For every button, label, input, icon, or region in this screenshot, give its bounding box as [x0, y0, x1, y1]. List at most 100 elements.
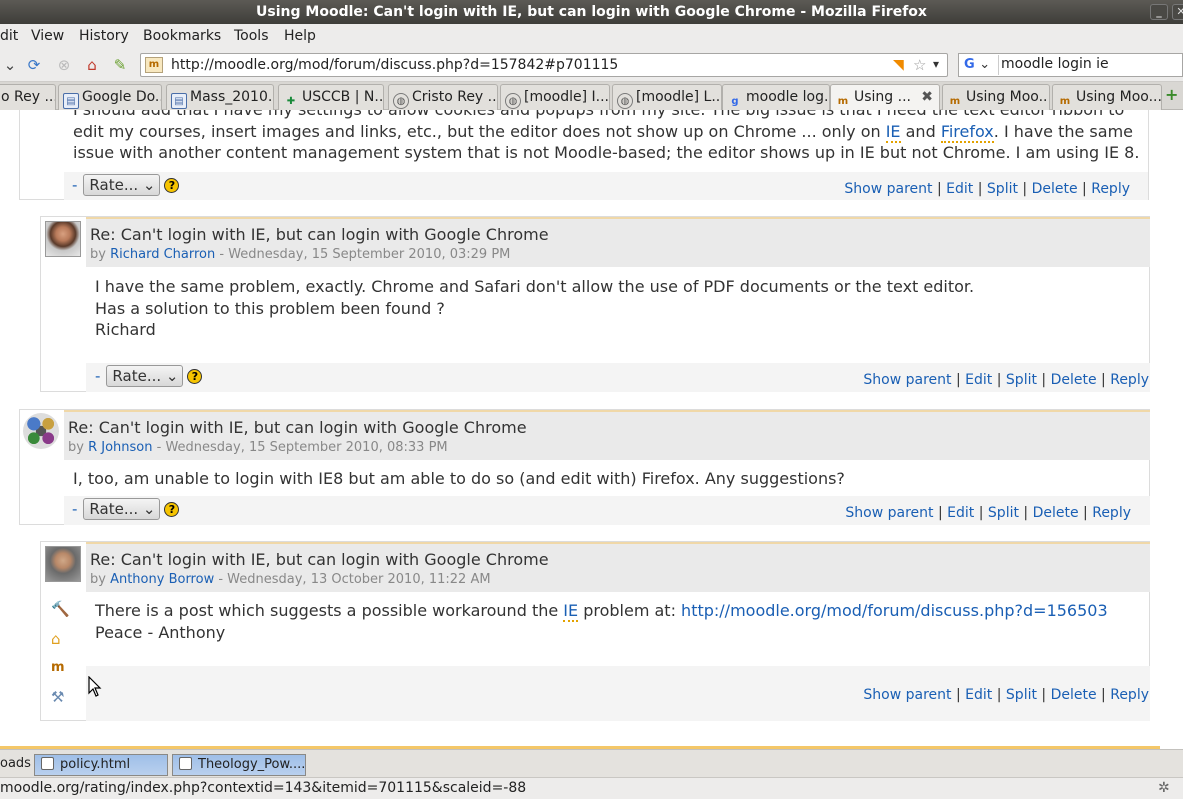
downloads-label[interactable]: oads: [0, 756, 31, 771]
tab-usccb[interactable]: ✚ USCCB | N...: [278, 84, 384, 110]
author-link[interactable]: R Johnson: [88, 440, 152, 455]
home-icon[interactable]: ⌂: [51, 630, 61, 648]
menu-bookmarks[interactable]: Bookmarks: [143, 28, 221, 44]
download-item[interactable]: policy.html: [34, 754, 168, 776]
tab-using-moodle-2[interactable]: m Using Moo...: [942, 84, 1050, 110]
page-icon: ◍: [617, 93, 633, 109]
reply-link[interactable]: Reply: [1110, 687, 1149, 703]
ie-link[interactable]: IE: [885, 121, 901, 143]
search-input[interactable]: [1001, 56, 1179, 72]
edit-link[interactable]: Edit: [965, 372, 992, 388]
menu-edit[interactable]: dit: [0, 28, 18, 44]
minimize-button[interactable]: _: [1150, 4, 1168, 20]
rate-select[interactable]: Rate... ⌄: [106, 365, 184, 387]
close-tab-icon[interactable]: ✖: [921, 85, 933, 109]
tab-cristo-rey-2[interactable]: ◍ Cristo Rey ...: [388, 84, 498, 110]
bookmark-star-icon[interactable]: ☆: [913, 56, 926, 74]
menu-bar: dit View History Bookmarks Tools Help: [0, 24, 1183, 48]
post-message: There is a post which suggests a possibl…: [95, 601, 1108, 642]
extension-icon[interactable]: ✎: [110, 55, 130, 75]
edit-link[interactable]: Edit: [965, 687, 992, 703]
author-link[interactable]: Anthony Borrow: [110, 572, 214, 587]
menu-help[interactable]: Help: [284, 28, 316, 44]
post-message: I should add that I have my settings to …: [73, 110, 1140, 162]
avatar[interactable]: [45, 546, 81, 582]
document-icon: ▤: [171, 93, 187, 109]
tab-cristo-rey-1[interactable]: o Rey ...: [0, 84, 56, 110]
stop-icon[interactable]: ⊗: [54, 55, 74, 75]
addon-bug-icon[interactable]: ✲: [1158, 778, 1170, 798]
delete-link[interactable]: Delete: [1032, 181, 1078, 197]
reply-link[interactable]: Reply: [1110, 372, 1149, 388]
help-icon[interactable]: ?: [164, 177, 180, 193]
window-title-bar: Using Moodle: Can't login with IE, but c…: [0, 0, 1183, 24]
rss-feed-icon[interactable]: ◥: [893, 57, 904, 73]
delete-link[interactable]: Delete: [1033, 505, 1079, 521]
post-byline: by Anthony Borrow - Wednesday, 13 Octobe…: [90, 572, 491, 587]
menu-view[interactable]: View: [31, 28, 64, 44]
rate-select[interactable]: Rate... ⌄: [83, 498, 161, 520]
file-icon: [179, 757, 192, 770]
show-parent-link[interactable]: Show parent: [863, 372, 951, 388]
new-tab-button[interactable]: +: [1165, 85, 1178, 104]
download-item[interactable]: Theology_Pow....: [172, 754, 306, 776]
delete-link[interactable]: Delete: [1051, 372, 1097, 388]
show-parent-link[interactable]: Show parent: [844, 181, 932, 197]
home-icon[interactable]: ⌂: [82, 55, 102, 75]
page-icon: ◍: [393, 93, 409, 109]
discussion-link[interactable]: http://moodle.org/mod/forum/discuss.php?…: [681, 601, 1108, 620]
post-subject: Re: Can't login with IE, but can login w…: [90, 550, 549, 569]
post-message: I have the same problem, exactly. Chrome…: [95, 277, 975, 339]
tab-google-docs[interactable]: ▤ Google Do...: [58, 84, 162, 110]
downloads-bar: oads policy.html Theology_Pow....: [0, 749, 1183, 777]
help-icon[interactable]: ?: [164, 501, 180, 517]
tab-moodle-i[interactable]: ◍ [moodle] I...: [500, 84, 610, 110]
rate-select[interactable]: Rate... ⌄: [83, 174, 161, 196]
ie-link[interactable]: IE: [563, 601, 579, 622]
status-bar: moodle.org/rating/index.php?contextid=14…: [0, 777, 1183, 799]
post-message: I, too, am unable to login with IE8 but …: [73, 469, 845, 488]
tab-moodle-l[interactable]: ◍ [moodle] L...: [612, 84, 722, 110]
reply-link[interactable]: Reply: [1092, 505, 1131, 521]
document-icon: ▤: [63, 93, 79, 109]
split-link[interactable]: Split: [1006, 687, 1037, 703]
page-content: I should add that I have my settings to …: [0, 110, 1160, 746]
reload-icon[interactable]: ⟳: [24, 55, 44, 75]
search-bar[interactable]: G ⌄: [958, 53, 1183, 77]
show-parent-link[interactable]: Show parent: [845, 505, 933, 521]
hammer-icon[interactable]: 🔨: [51, 600, 70, 618]
split-link[interactable]: Split: [988, 505, 1019, 521]
history-dropdown-icon[interactable]: ⌄: [0, 55, 20, 75]
menu-tools[interactable]: Tools: [234, 28, 269, 44]
tools-icon[interactable]: ⚒: [51, 688, 64, 706]
tab-moodle-login-search[interactable]: g moodle log...: [722, 84, 830, 110]
url-text[interactable]: http://moodle.org/mod/forum/discuss.php?…: [171, 57, 618, 73]
split-link[interactable]: Split: [1006, 372, 1037, 388]
avatar[interactable]: [23, 413, 59, 449]
navigation-toolbar: ⌄ ⟳ ⊗ ⌂ ✎ m http://moodle.org/mod/forum/…: [0, 48, 1183, 82]
close-window-button[interactable]: ✕: [1172, 4, 1183, 20]
edit-link[interactable]: Edit: [946, 181, 973, 197]
forum-post: I should add that I have my settings to …: [19, 110, 1149, 200]
search-engine-icon[interactable]: G ⌄: [961, 55, 999, 75]
moodle-icon: m: [949, 96, 961, 107]
tab-using-moodle-3[interactable]: m Using Moo...: [1052, 84, 1162, 110]
avatar[interactable]: [45, 221, 81, 257]
url-bar[interactable]: m http://moodle.org/mod/forum/discuss.ph…: [140, 53, 948, 77]
menu-history[interactable]: History: [79, 28, 129, 44]
help-icon[interactable]: ?: [187, 368, 203, 384]
show-parent-link[interactable]: Show parent: [863, 687, 951, 703]
edit-link[interactable]: Edit: [947, 505, 974, 521]
delete-link[interactable]: Delete: [1051, 687, 1097, 703]
moodle-icon[interactable]: m: [51, 660, 65, 675]
tab-using-moodle-active[interactable]: m Using ... ✖: [830, 84, 940, 111]
author-link[interactable]: Richard Charron: [110, 247, 215, 262]
post-subject: Re: Can't login with IE, but can login w…: [90, 225, 549, 244]
firefox-link[interactable]: Firefox: [940, 121, 994, 143]
reply-link[interactable]: Reply: [1091, 181, 1130, 197]
tab-mass-2010[interactable]: ▤ Mass_2010...: [166, 84, 274, 110]
moodle-icon: m: [837, 96, 849, 107]
url-dropdown-icon[interactable]: ▾: [933, 57, 939, 71]
post-commands: Show parent | Edit | Split | Delete | Re…: [863, 687, 1149, 703]
split-link[interactable]: Split: [987, 181, 1018, 197]
